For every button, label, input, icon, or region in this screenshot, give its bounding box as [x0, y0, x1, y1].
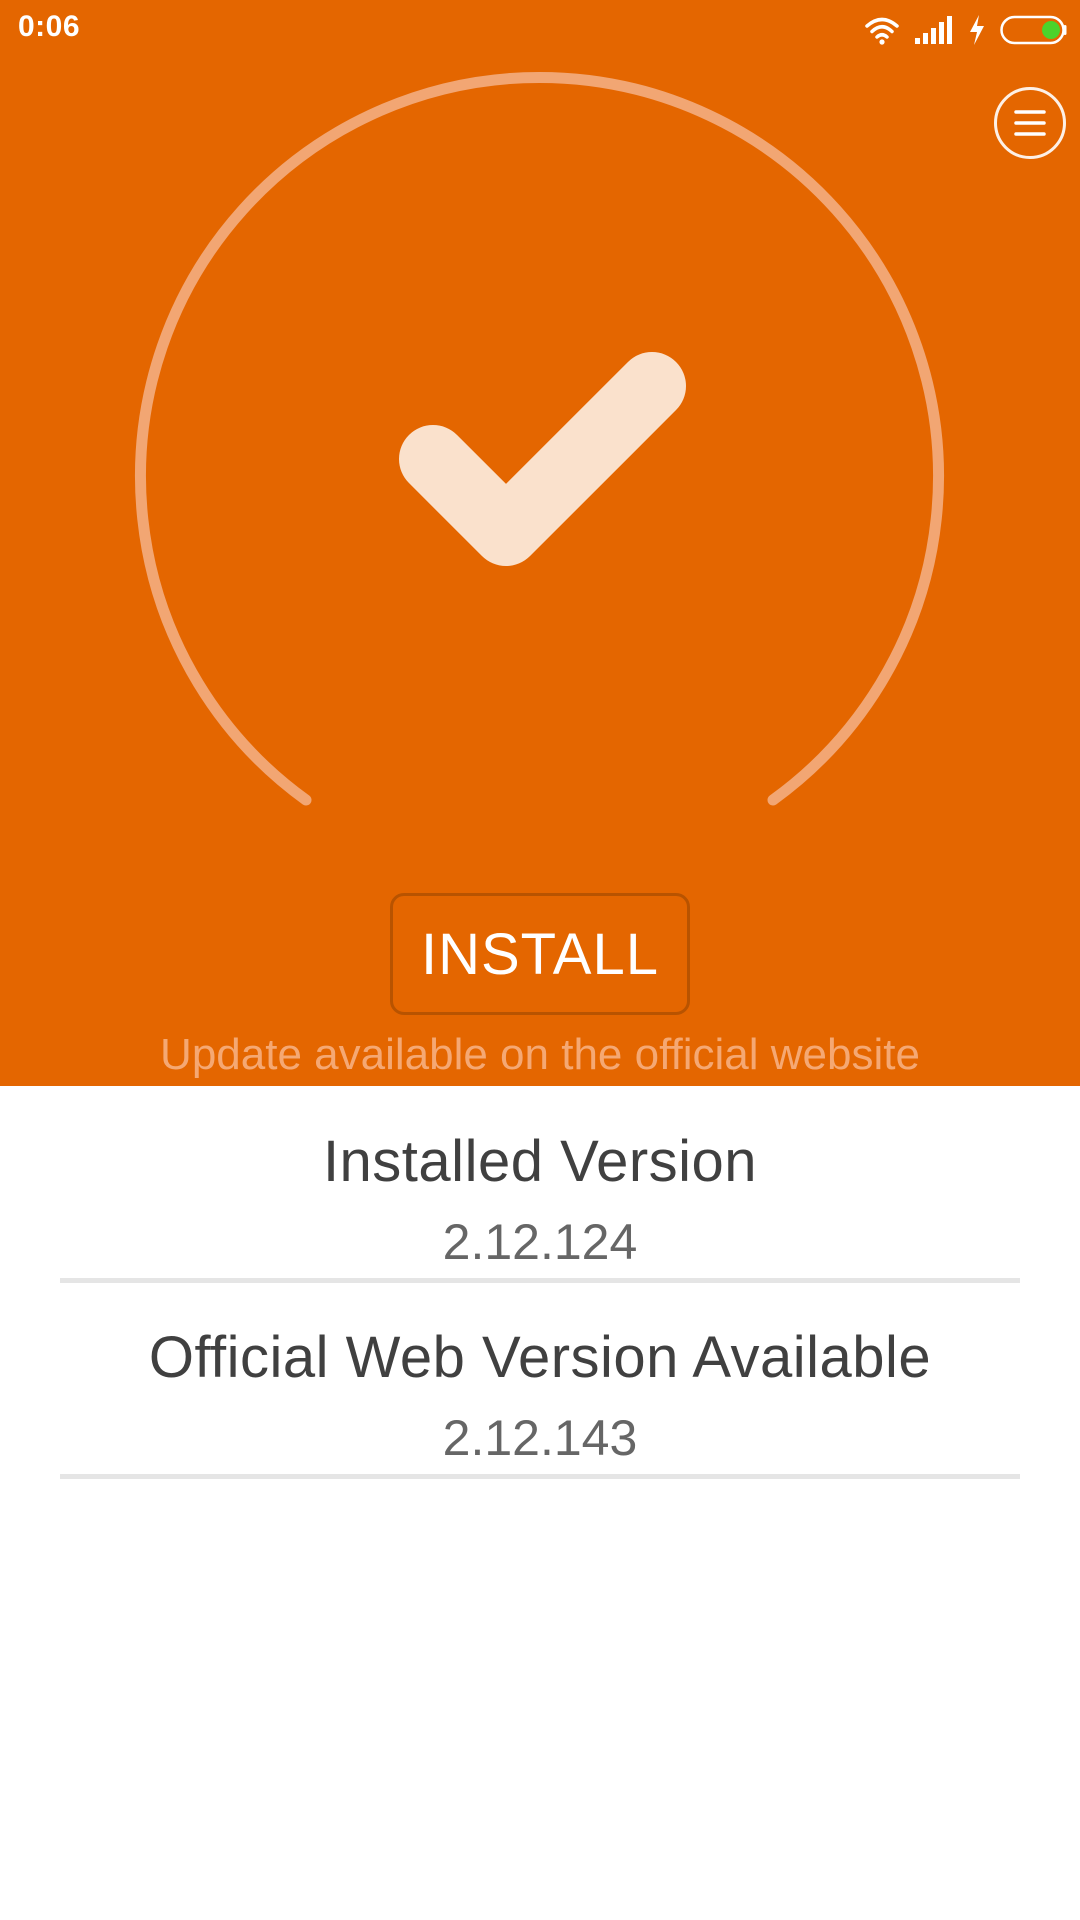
- progress-ring: [135, 72, 944, 806]
- official-version-value: 2.12.143: [442, 1410, 638, 1466]
- installed-version-value: 2.12.124: [442, 1214, 638, 1270]
- divider: [60, 1278, 1020, 1283]
- installed-version-block: Installed Version 2.12.124: [60, 1128, 1020, 1271]
- top-panel: 0:06 INSTALL Update available on the off…: [0, 0, 1080, 1086]
- update-message: Update available on the official website: [160, 1030, 920, 1079]
- hamburger-menu-icon: [1014, 110, 1046, 136]
- install-button[interactable]: INSTALL: [390, 893, 690, 1015]
- checkmark-icon: [399, 352, 686, 566]
- official-version-block: Official Web Version Available 2.12.143: [60, 1324, 1020, 1467]
- menu-button[interactable]: [994, 87, 1066, 159]
- official-version-label: Official Web Version Available: [148, 1325, 932, 1390]
- divider: [60, 1474, 1020, 1479]
- installed-version-label: Installed Version: [322, 1129, 758, 1194]
